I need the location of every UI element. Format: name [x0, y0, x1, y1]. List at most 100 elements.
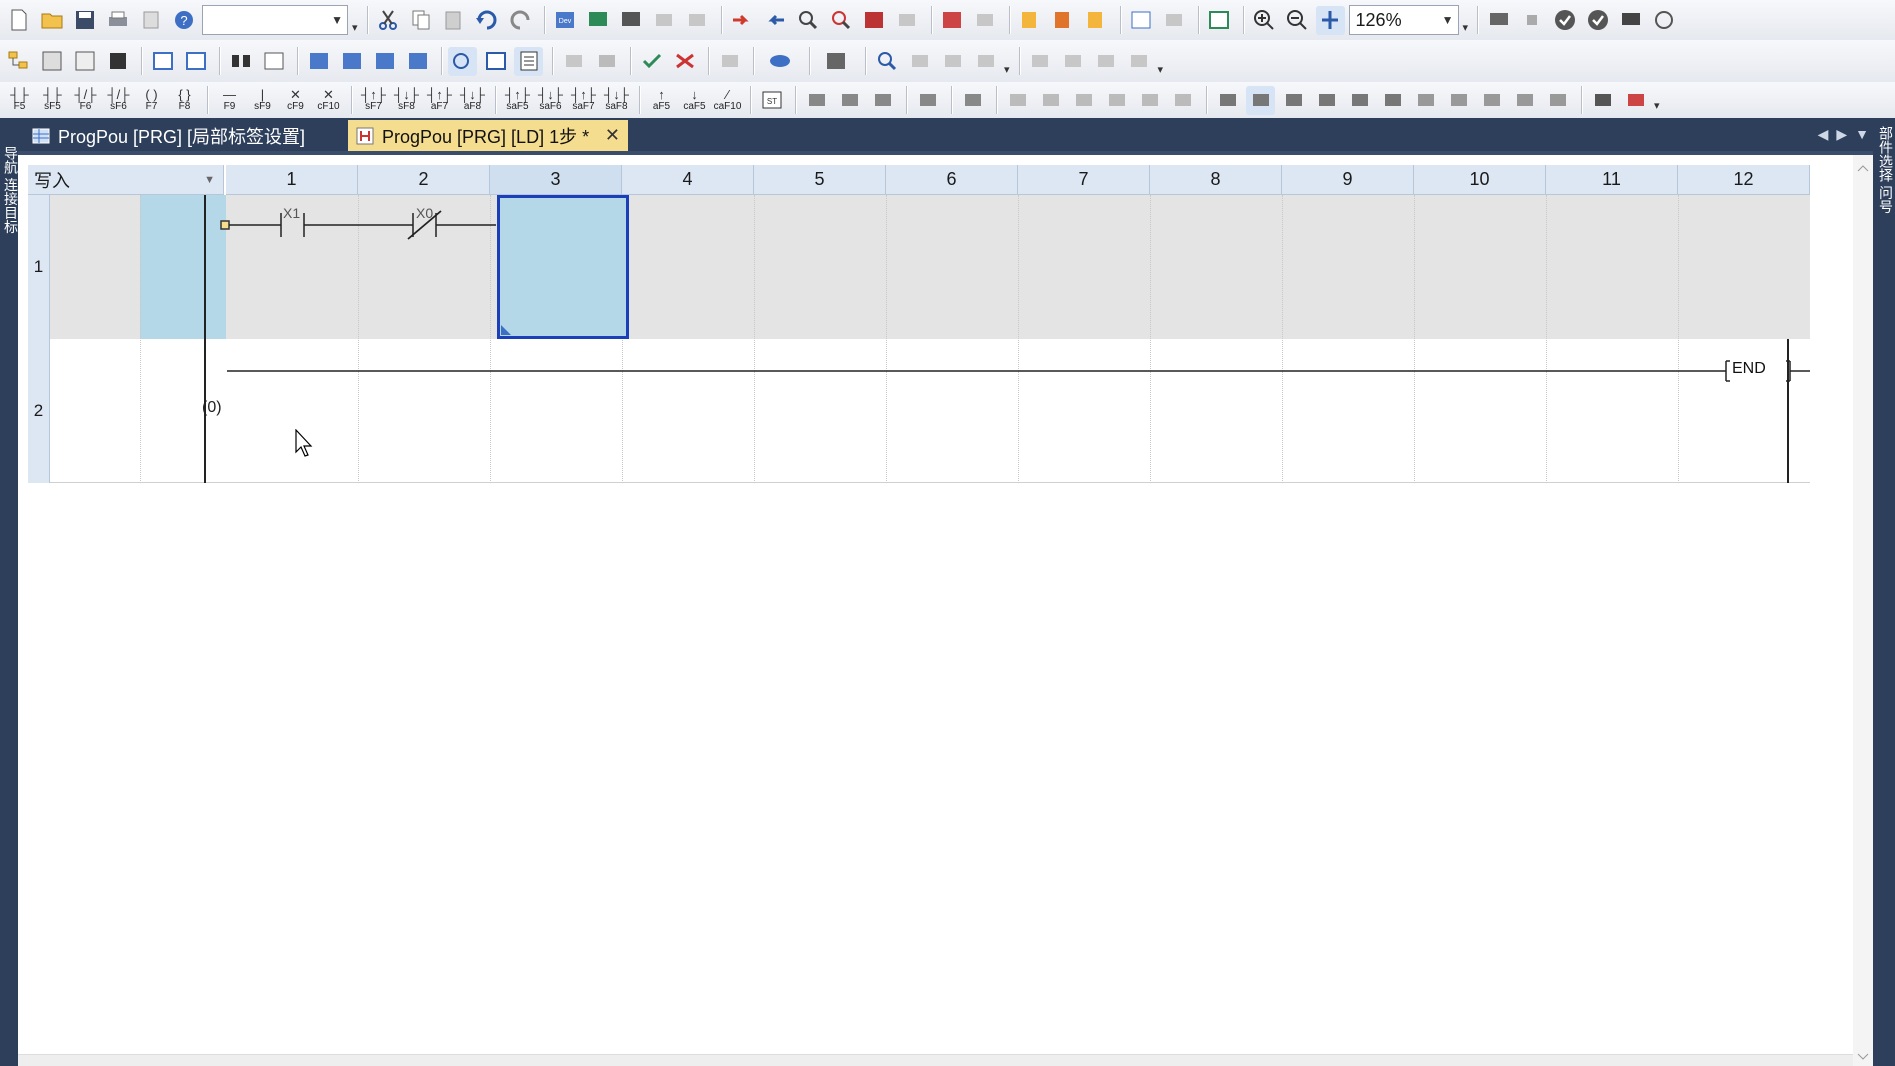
grayed-icon[interactable]: [559, 47, 588, 76]
edit-mode-selector[interactable]: 写入 ▼: [28, 165, 224, 195]
ladder-key-button[interactable]: ✕ cF9: [280, 83, 311, 117]
ladder-tool-icon[interactable]: [958, 86, 987, 115]
grayed-icon[interactable]: [1003, 86, 1032, 115]
remote-run-icon[interactable]: [860, 6, 889, 35]
device-batch-icon[interactable]: [938, 6, 967, 35]
chevron-down-icon[interactable]: ▼: [1442, 13, 1454, 27]
tab-local-label-settings[interactable]: ProgPou [PRG] [局部标签设置]: [24, 120, 344, 151]
grayed-icon[interactable]: [1069, 86, 1098, 115]
convert-icon[interactable]: [670, 47, 699, 76]
grayed-icon[interactable]: [1168, 86, 1197, 115]
ladder-key-button[interactable]: ┤↑├ sF7: [358, 83, 389, 117]
column-header[interactable]: 8: [1150, 165, 1282, 195]
statement-icon[interactable]: [1049, 6, 1078, 35]
redo-icon[interactable]: [506, 6, 535, 35]
element-selection-panel-tab[interactable]: 部件选择 问号: [1876, 126, 1895, 214]
end-instruction[interactable]: END: [1732, 360, 1766, 378]
scroll-down-icon[interactable]: [1857, 1052, 1869, 1062]
open-folder-icon[interactable]: [37, 6, 66, 35]
device-list-icon[interactable]: [304, 47, 333, 76]
window-cascade-icon[interactable]: [148, 47, 177, 76]
monitor-mode-icon[interactable]: [760, 47, 800, 76]
toolbar-overflow-icon[interactable]: ▾: [1654, 99, 1660, 112]
check-syntax-icon[interactable]: [637, 47, 666, 76]
search-replace-icon[interactable]: [872, 47, 901, 76]
ladder-key-button[interactable]: ┤/├ sF6: [103, 83, 134, 117]
cut-icon[interactable]: [374, 6, 403, 35]
diagnostics-icon[interactable]: [1649, 6, 1678, 35]
ladder-key-button[interactable]: ┤↓├ saF6: [535, 83, 566, 117]
write-to-plc-icon[interactable]: [728, 6, 757, 35]
column-header[interactable]: 5: [754, 165, 886, 195]
compile-icon[interactable]: [1205, 6, 1234, 35]
online-watch-icon[interactable]: [448, 46, 477, 76]
ladder-key-button[interactable]: ( ) F7: [136, 83, 167, 117]
comment-icon[interactable]: [1016, 6, 1045, 35]
grayed-icon[interactable]: [1092, 47, 1121, 76]
save-icon[interactable]: [70, 6, 99, 35]
ladder-tool-icon[interactable]: [1543, 86, 1572, 115]
paste-icon[interactable]: [440, 6, 469, 35]
verify-icon[interactable]: [794, 6, 823, 35]
column-header[interactable]: 4: [622, 165, 754, 195]
ladder-tool-icon[interactable]: [868, 86, 897, 115]
ladder-tool-icon[interactable]: [1477, 86, 1506, 115]
ladder-tool-icon[interactable]: [835, 86, 864, 115]
watch-icon[interactable]: [481, 47, 510, 76]
stop-icon[interactable]: [1517, 6, 1546, 35]
chevron-right-icon[interactable]: ▶: [1836, 126, 1847, 143]
grayed-icon[interactable]: [592, 47, 621, 76]
ladder-key-button[interactable]: ┤↓├ sF8: [391, 83, 422, 117]
column-header[interactable]: 10: [1414, 165, 1546, 195]
ladder-editor[interactable]: 写入 ▼ 123456789101112 1 2 (0): [18, 151, 1873, 1066]
grayed-icon[interactable]: [683, 6, 712, 35]
grayed-icon[interactable]: [1160, 6, 1189, 35]
scroll-up-icon[interactable]: [1857, 163, 1869, 173]
grayed-icon[interactable]: [1135, 86, 1164, 115]
copy-icon[interactable]: [407, 6, 436, 35]
ladder-tool-icon[interactable]: [1510, 86, 1539, 115]
toolbar-overflow-icon[interactable]: ▾: [352, 21, 358, 34]
note-icon[interactable]: [1082, 6, 1111, 35]
new-file-icon[interactable]: [4, 6, 33, 35]
column-header[interactable]: 3: [490, 165, 622, 195]
ladder-tool-icon[interactable]: [1279, 86, 1308, 115]
element-select-icon[interactable]: [70, 47, 99, 76]
ladder-tool-icon[interactable]: [1378, 86, 1407, 115]
grayed-icon[interactable]: [1125, 47, 1154, 76]
ladder-tool-icon[interactable]: [1345, 86, 1374, 115]
ladder-key-button[interactable]: ┤↑├ saF7: [568, 83, 599, 117]
grayed-icon[interactable]: [893, 6, 922, 35]
ladder-tool-icon[interactable]: [1246, 85, 1275, 115]
ladder-key-button[interactable]: ┤↑├ saF5: [502, 83, 533, 117]
vertical-scrollbar[interactable]: [1853, 155, 1873, 1066]
grayed-icon[interactable]: [1102, 86, 1131, 115]
ladder-key-button[interactable]: ┤├ F5: [4, 83, 35, 117]
grayed-icon[interactable]: [1059, 47, 1088, 76]
close-icon[interactable]: ✕: [605, 125, 620, 146]
recent-icon[interactable]: [136, 6, 165, 35]
check-icon[interactable]: [1550, 6, 1579, 35]
online-icon[interactable]: [1484, 6, 1513, 35]
inline-st-icon[interactable]: ST: [757, 86, 786, 115]
help-icon[interactable]: ?: [169, 6, 198, 35]
ladder-key-button[interactable]: ┤/├ F6: [70, 83, 101, 117]
ladder-tool-icon[interactable]: [1312, 86, 1341, 115]
ladder-tool-icon[interactable]: [1444, 86, 1473, 115]
column-header[interactable]: 1: [226, 165, 358, 195]
ladder-tool-icon[interactable]: [1588, 86, 1617, 115]
ladder-tool-icon[interactable]: [1621, 86, 1650, 115]
column-header[interactable]: 11: [1546, 165, 1678, 195]
tab-ladder-editor[interactable]: ProgPou [PRG] [LD] 1步 * ✕: [348, 120, 628, 151]
chevron-down-icon[interactable]: ▼: [331, 13, 343, 27]
navigation-icon[interactable]: [37, 47, 66, 76]
check-all-icon[interactable]: [1583, 6, 1612, 35]
ladder-key-button[interactable]: ┤├ sF5: [37, 83, 68, 117]
device-batch-replace-icon[interactable]: [370, 47, 399, 76]
ladder-tool-icon[interactable]: [1213, 86, 1242, 115]
column-header[interactable]: 7: [1018, 165, 1150, 195]
ladder-key-button[interactable]: ┤↓├ saF8: [601, 83, 632, 117]
zoom-combo[interactable]: 126% ▼: [1348, 5, 1459, 35]
chevron-left-icon[interactable]: ◀: [1818, 126, 1829, 143]
device-read-icon[interactable]: Dev: [551, 6, 580, 35]
